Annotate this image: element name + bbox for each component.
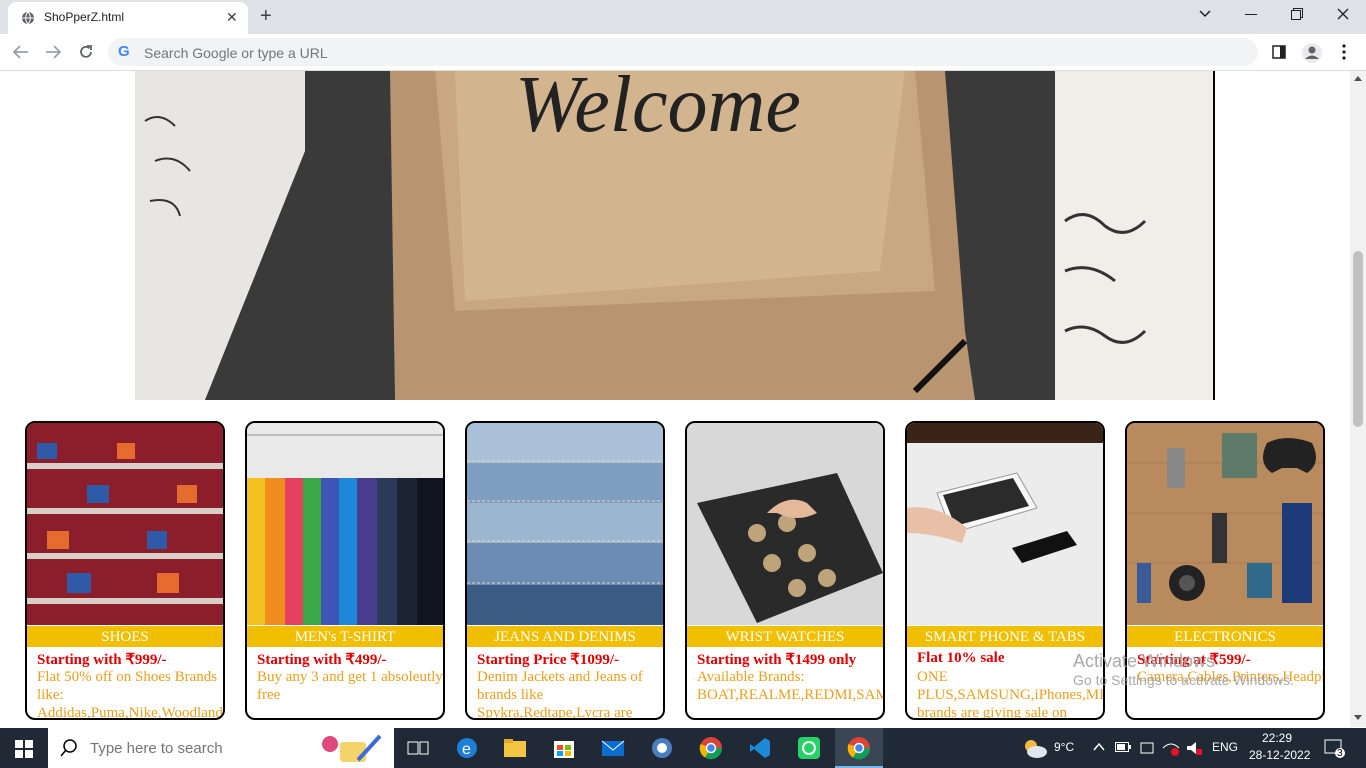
photos-app-icon[interactable] <box>650 736 674 760</box>
card-price: Starting with ₹999/- <box>37 652 167 668</box>
shoes-image <box>27 423 223 625</box>
omnibox-input[interactable] <box>142 42 1046 64</box>
tab-search-chevron-icon[interactable] <box>1198 9 1212 19</box>
card-shoes[interactable]: SHOES Starting with ₹999/- Flat 50% off … <box>25 421 225 720</box>
back-arrow-icon[interactable] <box>12 44 30 60</box>
jeans-image <box>467 423 663 625</box>
google-icon: G <box>118 43 130 60</box>
tab-title: ShoPperZ.html <box>44 10 125 24</box>
taskbar-search-box[interactable] <box>48 728 394 768</box>
profile-avatar-icon[interactable] <box>1301 42 1323 64</box>
card-description: Denim Jackets and Jeans of brands like S… <box>477 669 643 720</box>
electronics-image <box>1127 423 1323 625</box>
card-title: ELECTRONICS <box>1127 626 1323 647</box>
card-mens-tshirt[interactable]: MEN's T-SHIRT Starting with ₹499/- Buy a… <box>245 421 445 720</box>
restore-icon[interactable] <box>1291 8 1303 20</box>
windows-taskbar: e 9°C ENG 22:29 28-12-2022 3 <box>0 728 1366 768</box>
search-icon <box>60 739 77 757</box>
language-indicator[interactable]: ENG <box>1212 740 1238 754</box>
tshirt-image <box>247 423 443 625</box>
browser-toolbar: G <box>0 34 1366 71</box>
svg-text:Welcome: Welcome <box>515 71 801 149</box>
battery-icon[interactable] <box>1115 742 1131 752</box>
svg-text:e: e <box>462 741 471 758</box>
page-viewport: Welcome SHOES Starting with ₹999/- Flat … <box>0 71 1350 727</box>
phones-image <box>907 423 1103 625</box>
scroll-up-arrow-icon[interactable] <box>1354 75 1362 81</box>
whatsapp-icon[interactable] <box>797 736 821 760</box>
file-explorer-icon[interactable] <box>503 736 527 760</box>
card-description: Flat 50% off on Shoes Brands like: Addid… <box>37 669 223 720</box>
tray-chevron-up-icon[interactable] <box>1093 742 1105 752</box>
card-title: SMART PHONE & TABS <box>907 626 1103 647</box>
search-highlight-illustration-icon <box>322 734 382 762</box>
network-disconnected-icon[interactable] <box>1162 740 1180 756</box>
page-scrollbar[interactable] <box>1350 71 1366 727</box>
browser-tabbar: ShoPperZ.html ✕ + <box>0 0 1366 34</box>
menu-kebab-icon[interactable] <box>1342 44 1346 60</box>
scrollbar-thumb[interactable] <box>1353 251 1363 427</box>
welcome-hero-image: Welcome <box>135 71 1215 400</box>
card-price: Starting with ₹1499 only <box>697 652 857 668</box>
globe-icon <box>22 11 34 25</box>
active-chrome-taskbar-button[interactable] <box>835 728 883 768</box>
card-jeans[interactable]: JEANS AND DENIMS Starting Price ₹1099/- … <box>465 421 665 720</box>
meet-now-icon[interactable] <box>1140 740 1154 756</box>
card-description: Buy any 3 and get 1 absoleutly free <box>257 669 443 703</box>
weather-cloud-icon[interactable] <box>1021 738 1049 758</box>
side-panel-icon[interactable] <box>1272 45 1286 59</box>
watermark-title: Activate Windows <box>1073 651 1216 671</box>
card-title: MEN's T-SHIRT <box>247 626 443 647</box>
notification-count: 3 <box>1337 748 1343 759</box>
watermark-subtitle: Go to Settings to activate Windows. <box>1073 672 1294 688</box>
vscode-icon[interactable] <box>748 736 772 760</box>
volume-muted-icon[interactable] <box>1186 740 1202 756</box>
weather-temperature[interactable]: 9°C <box>1054 740 1074 754</box>
windows-start-icon[interactable] <box>15 740 33 758</box>
close-window-icon[interactable] <box>1337 8 1349 20</box>
taskbar-search-input[interactable] <box>88 739 342 758</box>
watches-image <box>687 423 883 625</box>
card-title: JEANS AND DENIMS <box>467 626 663 647</box>
chrome-icon[interactable] <box>699 736 723 760</box>
microsoft-store-icon[interactable] <box>552 736 576 760</box>
reload-icon[interactable] <box>77 43 95 61</box>
card-wrist-watches[interactable]: WRIST WATCHES Starting with ₹1499 only A… <box>685 421 885 720</box>
card-price: Flat 10% sale <box>917 650 1005 666</box>
task-view-icon[interactable] <box>406 736 430 760</box>
card-title: SHOES <box>27 626 223 647</box>
scroll-down-arrow-icon[interactable] <box>1354 715 1362 721</box>
mail-icon[interactable] <box>601 736 625 760</box>
clock-date[interactable]: 28-12-2022 <box>1249 748 1310 762</box>
card-price: Starting with ₹499/- <box>257 652 387 668</box>
card-title: WRIST WATCHES <box>687 626 883 647</box>
browser-tab[interactable]: ShoPperZ.html ✕ <box>8 2 248 34</box>
clock-time[interactable]: 22:29 <box>1262 731 1292 745</box>
address-bar[interactable]: G <box>108 38 1258 66</box>
card-price: Starting Price ₹1099/- <box>477 652 620 668</box>
card-description: Available Brands: BOAT,REALME,REDMI,SAMS… <box>697 669 883 703</box>
edge-icon[interactable]: e <box>455 736 479 760</box>
forward-arrow-icon[interactable] <box>44 44 62 60</box>
activate-windows-watermark: Activate Windows Go to Settings to activ… <box>1073 651 1294 688</box>
new-tab-button[interactable]: + <box>260 5 272 28</box>
tab-close-button[interactable]: ✕ <box>226 9 238 26</box>
chrome-active-icon <box>847 737 871 760</box>
minimize-icon[interactable] <box>1245 14 1257 16</box>
